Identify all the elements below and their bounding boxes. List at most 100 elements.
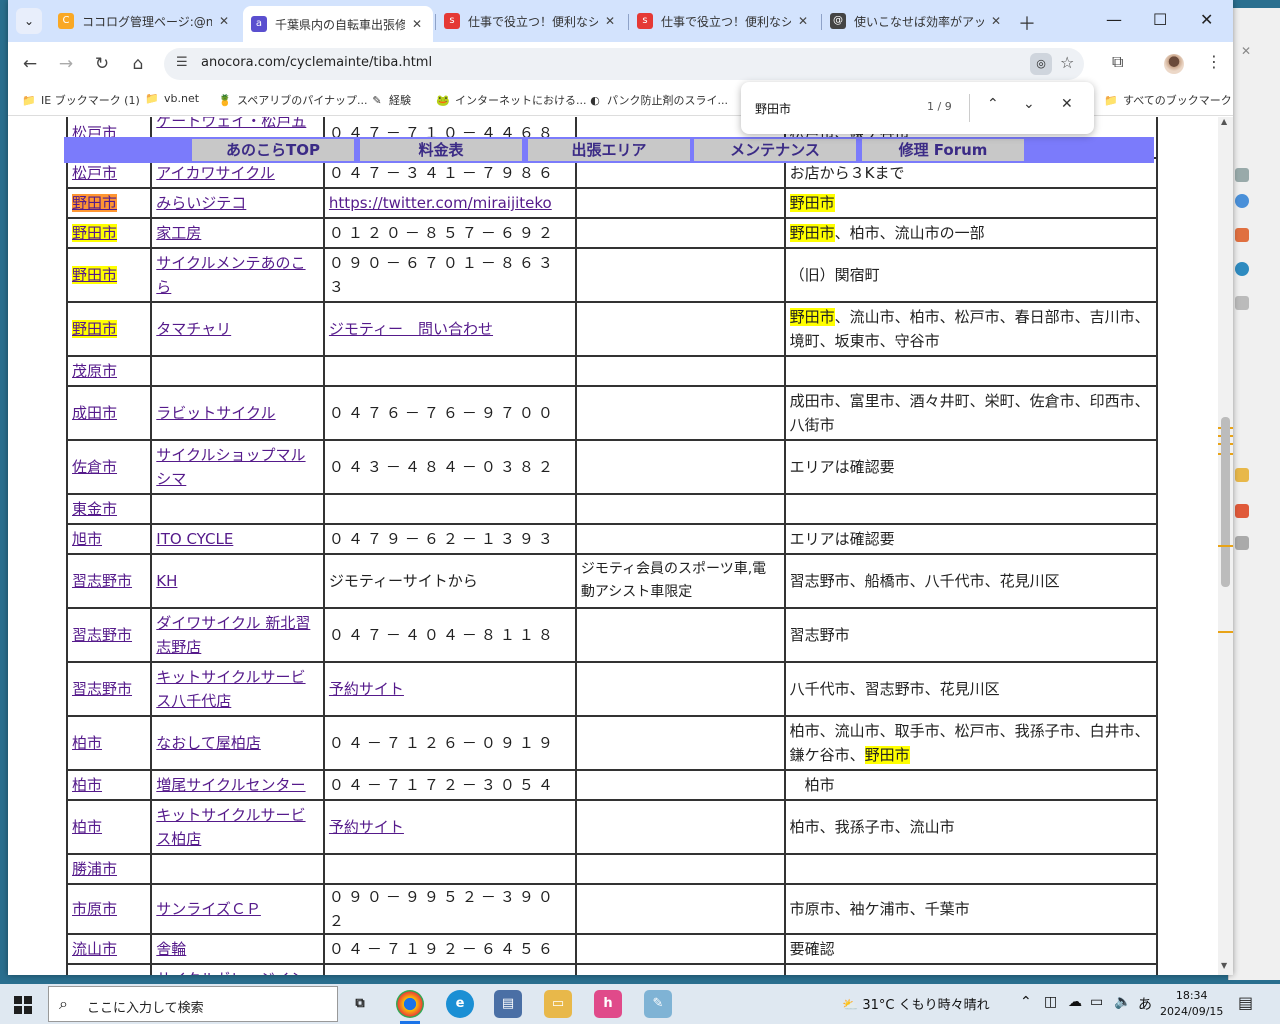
city-link[interactable]: 習志野市 xyxy=(72,680,132,698)
shop-link[interactable]: ダイワサイクル 新北習志野店 xyxy=(156,614,310,656)
city-link[interactable]: 野田市 xyxy=(72,224,118,242)
app-icon[interactable]: ▤ xyxy=(494,990,522,1018)
find-next-button[interactable]: ⌄ xyxy=(1023,96,1035,112)
scrollbar[interactable]: ▲ ▼ xyxy=(1218,117,1233,975)
contact-link[interactable]: ジモティー 問い合わせ xyxy=(329,320,493,338)
shop-link[interactable]: サイクルガレージイシイ xyxy=(156,970,305,975)
close-tab-icon[interactable]: ✕ xyxy=(409,17,425,31)
reload-button[interactable]: ↻ xyxy=(90,52,114,76)
shop-link[interactable]: アイカワサイクル xyxy=(156,164,275,182)
shop-link[interactable]: 増尾サイクルセンター xyxy=(156,776,305,794)
tab-1[interactable]: a 千葉県内の自転車出張修 ✕ xyxy=(243,6,433,42)
forward-button[interactable]: → xyxy=(54,52,78,76)
minimize-button[interactable]: — xyxy=(1106,10,1122,29)
site-info-icon[interactable]: ☰ xyxy=(176,55,188,70)
bookmark-item[interactable]: ◐ パンク防止剤のスライ... xyxy=(588,92,728,108)
clock[interactable]: 18:34 2024/09/15 xyxy=(1160,988,1223,1020)
shop-link[interactable]: タマチャリ xyxy=(156,320,231,338)
contact-link[interactable]: https://twitter.com/miraijiteko xyxy=(329,194,552,212)
city-link[interactable]: 柏市 xyxy=(72,818,102,836)
city-link[interactable]: 佐倉市 xyxy=(72,458,117,476)
ime-indicator[interactable]: あ xyxy=(1138,994,1152,1014)
lens-icon[interactable]: ◎ xyxy=(1030,53,1052,75)
close-tab-icon[interactable]: ✕ xyxy=(602,14,618,28)
city-link[interactable]: 野田市 xyxy=(72,266,118,284)
contact-link[interactable]: 予約サイト xyxy=(329,680,404,698)
city-link[interactable]: 市原市 xyxy=(72,900,117,918)
city-link[interactable]: 東金市 xyxy=(72,500,117,518)
scroll-thumb[interactable] xyxy=(1221,417,1230,587)
cloud-icon[interactable]: ☁ xyxy=(1068,994,1082,1010)
city-link[interactable]: 野田市 xyxy=(72,320,118,338)
bookmark-star-icon[interactable]: ☆ xyxy=(1060,53,1074,72)
home-button[interactable]: ⌂ xyxy=(126,52,150,76)
city-link[interactable]: 松戸市 xyxy=(72,164,117,182)
close-icon[interactable]: ✕ xyxy=(1241,44,1251,58)
weather-widget[interactable]: ⛅ 31°C くもり時々晴れ xyxy=(842,994,990,1013)
shop-link[interactable]: サイクルメンテあのこら xyxy=(156,254,305,296)
menu-kebab-icon[interactable]: ⋮ xyxy=(1206,52,1222,71)
city-link[interactable]: 茂原市 xyxy=(72,362,117,380)
tab-0[interactable]: C ココログ管理ページ:@nifty ✕ xyxy=(50,6,240,36)
menu-item[interactable]: 出張エリア xyxy=(524,139,690,161)
paint-icon[interactable]: ✎ xyxy=(644,990,672,1018)
find-close-button[interactable]: ✕ xyxy=(1061,96,1073,112)
city-link[interactable]: 柏市 xyxy=(72,734,102,752)
chrome-icon[interactable] xyxy=(396,990,424,1018)
tab-2[interactable]: s 仕事で役立つ！便利なシ ✕ xyxy=(436,6,626,36)
shop-link[interactable]: 家工房 xyxy=(156,224,201,242)
menu-item[interactable]: 修理 Forum xyxy=(858,139,1024,161)
shop-link[interactable]: ラビットサイクル xyxy=(156,404,275,422)
taskbar-search[interactable]: ⌕ ここに入力して検索 xyxy=(48,986,338,1022)
shop-link[interactable]: KH xyxy=(156,572,177,590)
menu-item[interactable]: メンテナンス xyxy=(690,139,856,161)
bookmark-item[interactable]: 📁 IE ブックマーク (1) xyxy=(22,92,140,108)
url-text[interactable]: anocora.com/cyclemainte/tiba.html xyxy=(201,55,432,70)
city-link[interactable]: 習志野市 xyxy=(72,626,132,644)
close-tab-icon[interactable]: ✕ xyxy=(795,14,811,28)
file-explorer-icon[interactable]: ▭ xyxy=(544,990,572,1018)
city-link[interactable]: 野田市 xyxy=(72,194,118,212)
city-link[interactable]: 成田市 xyxy=(72,404,117,422)
city-link[interactable]: 流山市 xyxy=(72,940,117,958)
maximize-button[interactable]: ☐ xyxy=(1153,10,1167,29)
bookmark-item[interactable]: 🐸 インターネットにおける... xyxy=(436,92,586,108)
shop-link[interactable]: なおして屋柏店 xyxy=(156,734,261,752)
shop-link[interactable]: サンライズＣＰ xyxy=(156,900,261,918)
notification-icon[interactable]: ▤ xyxy=(1238,993,1253,1012)
windows-start-icon[interactable] xyxy=(14,996,32,1014)
extensions-icon[interactable]: ⧉ xyxy=(1112,52,1123,72)
back-button[interactable]: ← xyxy=(18,52,42,76)
shop-link[interactable]: みらいジテコ xyxy=(156,194,246,212)
shop-link[interactable]: キットサイクルサービス柏店 xyxy=(156,806,305,848)
chevron-up-icon[interactable]: ⌃ xyxy=(1020,994,1032,1010)
edge-icon[interactable]: e xyxy=(446,990,474,1018)
close-tab-icon[interactable]: ✕ xyxy=(988,14,1004,28)
shop-link[interactable]: 舎輪 xyxy=(156,940,186,958)
shop-link[interactable]: キットサイクルサービス八千代店 xyxy=(156,668,305,710)
task-view-icon[interactable]: ⧉ xyxy=(346,990,374,1018)
city-link[interactable]: 習志野市 xyxy=(72,572,132,590)
menu-item[interactable]: あのこらTOP xyxy=(188,139,354,161)
meet-icon[interactable]: ◫ xyxy=(1044,994,1057,1010)
shop-link[interactable]: サイクルショップマルシマ xyxy=(156,446,305,488)
find-input[interactable]: 野田市 xyxy=(755,100,791,117)
close-window-button[interactable]: ✕ xyxy=(1200,10,1213,29)
scroll-down-icon[interactable]: ▼ xyxy=(1221,961,1227,970)
hpb-icon[interactable]: h xyxy=(594,990,622,1018)
tab-search-button[interactable]: ⌄ xyxy=(16,8,42,34)
bookmark-item[interactable]: 🍍 スペアリブのパイナップ... xyxy=(218,92,367,108)
city-link[interactable]: 旭市 xyxy=(72,530,102,548)
volume-icon[interactable]: 🔈 xyxy=(1114,994,1131,1010)
address-bar[interactable]: ☰ anocora.com/cyclemainte/tiba.html ◎ ☆ xyxy=(164,48,1084,80)
shop-link[interactable]: ITO CYCLE xyxy=(156,530,233,548)
profile-avatar[interactable] xyxy=(1164,54,1184,74)
contact-link[interactable]: 予約サイト xyxy=(329,818,404,836)
close-tab-icon[interactable]: ✕ xyxy=(216,14,232,28)
city-link[interactable]: 柏市 xyxy=(72,776,102,794)
tab-3[interactable]: s 仕事で役立つ！便利なシ ✕ xyxy=(629,6,819,36)
new-tab-button[interactable]: ＋ xyxy=(1018,10,1036,36)
bookmark-item[interactable]: 📁 すべてのブックマーク xyxy=(1104,92,1232,108)
menu-item[interactable]: 料金表 xyxy=(356,139,522,161)
city-link[interactable]: 勝浦市 xyxy=(72,860,117,878)
